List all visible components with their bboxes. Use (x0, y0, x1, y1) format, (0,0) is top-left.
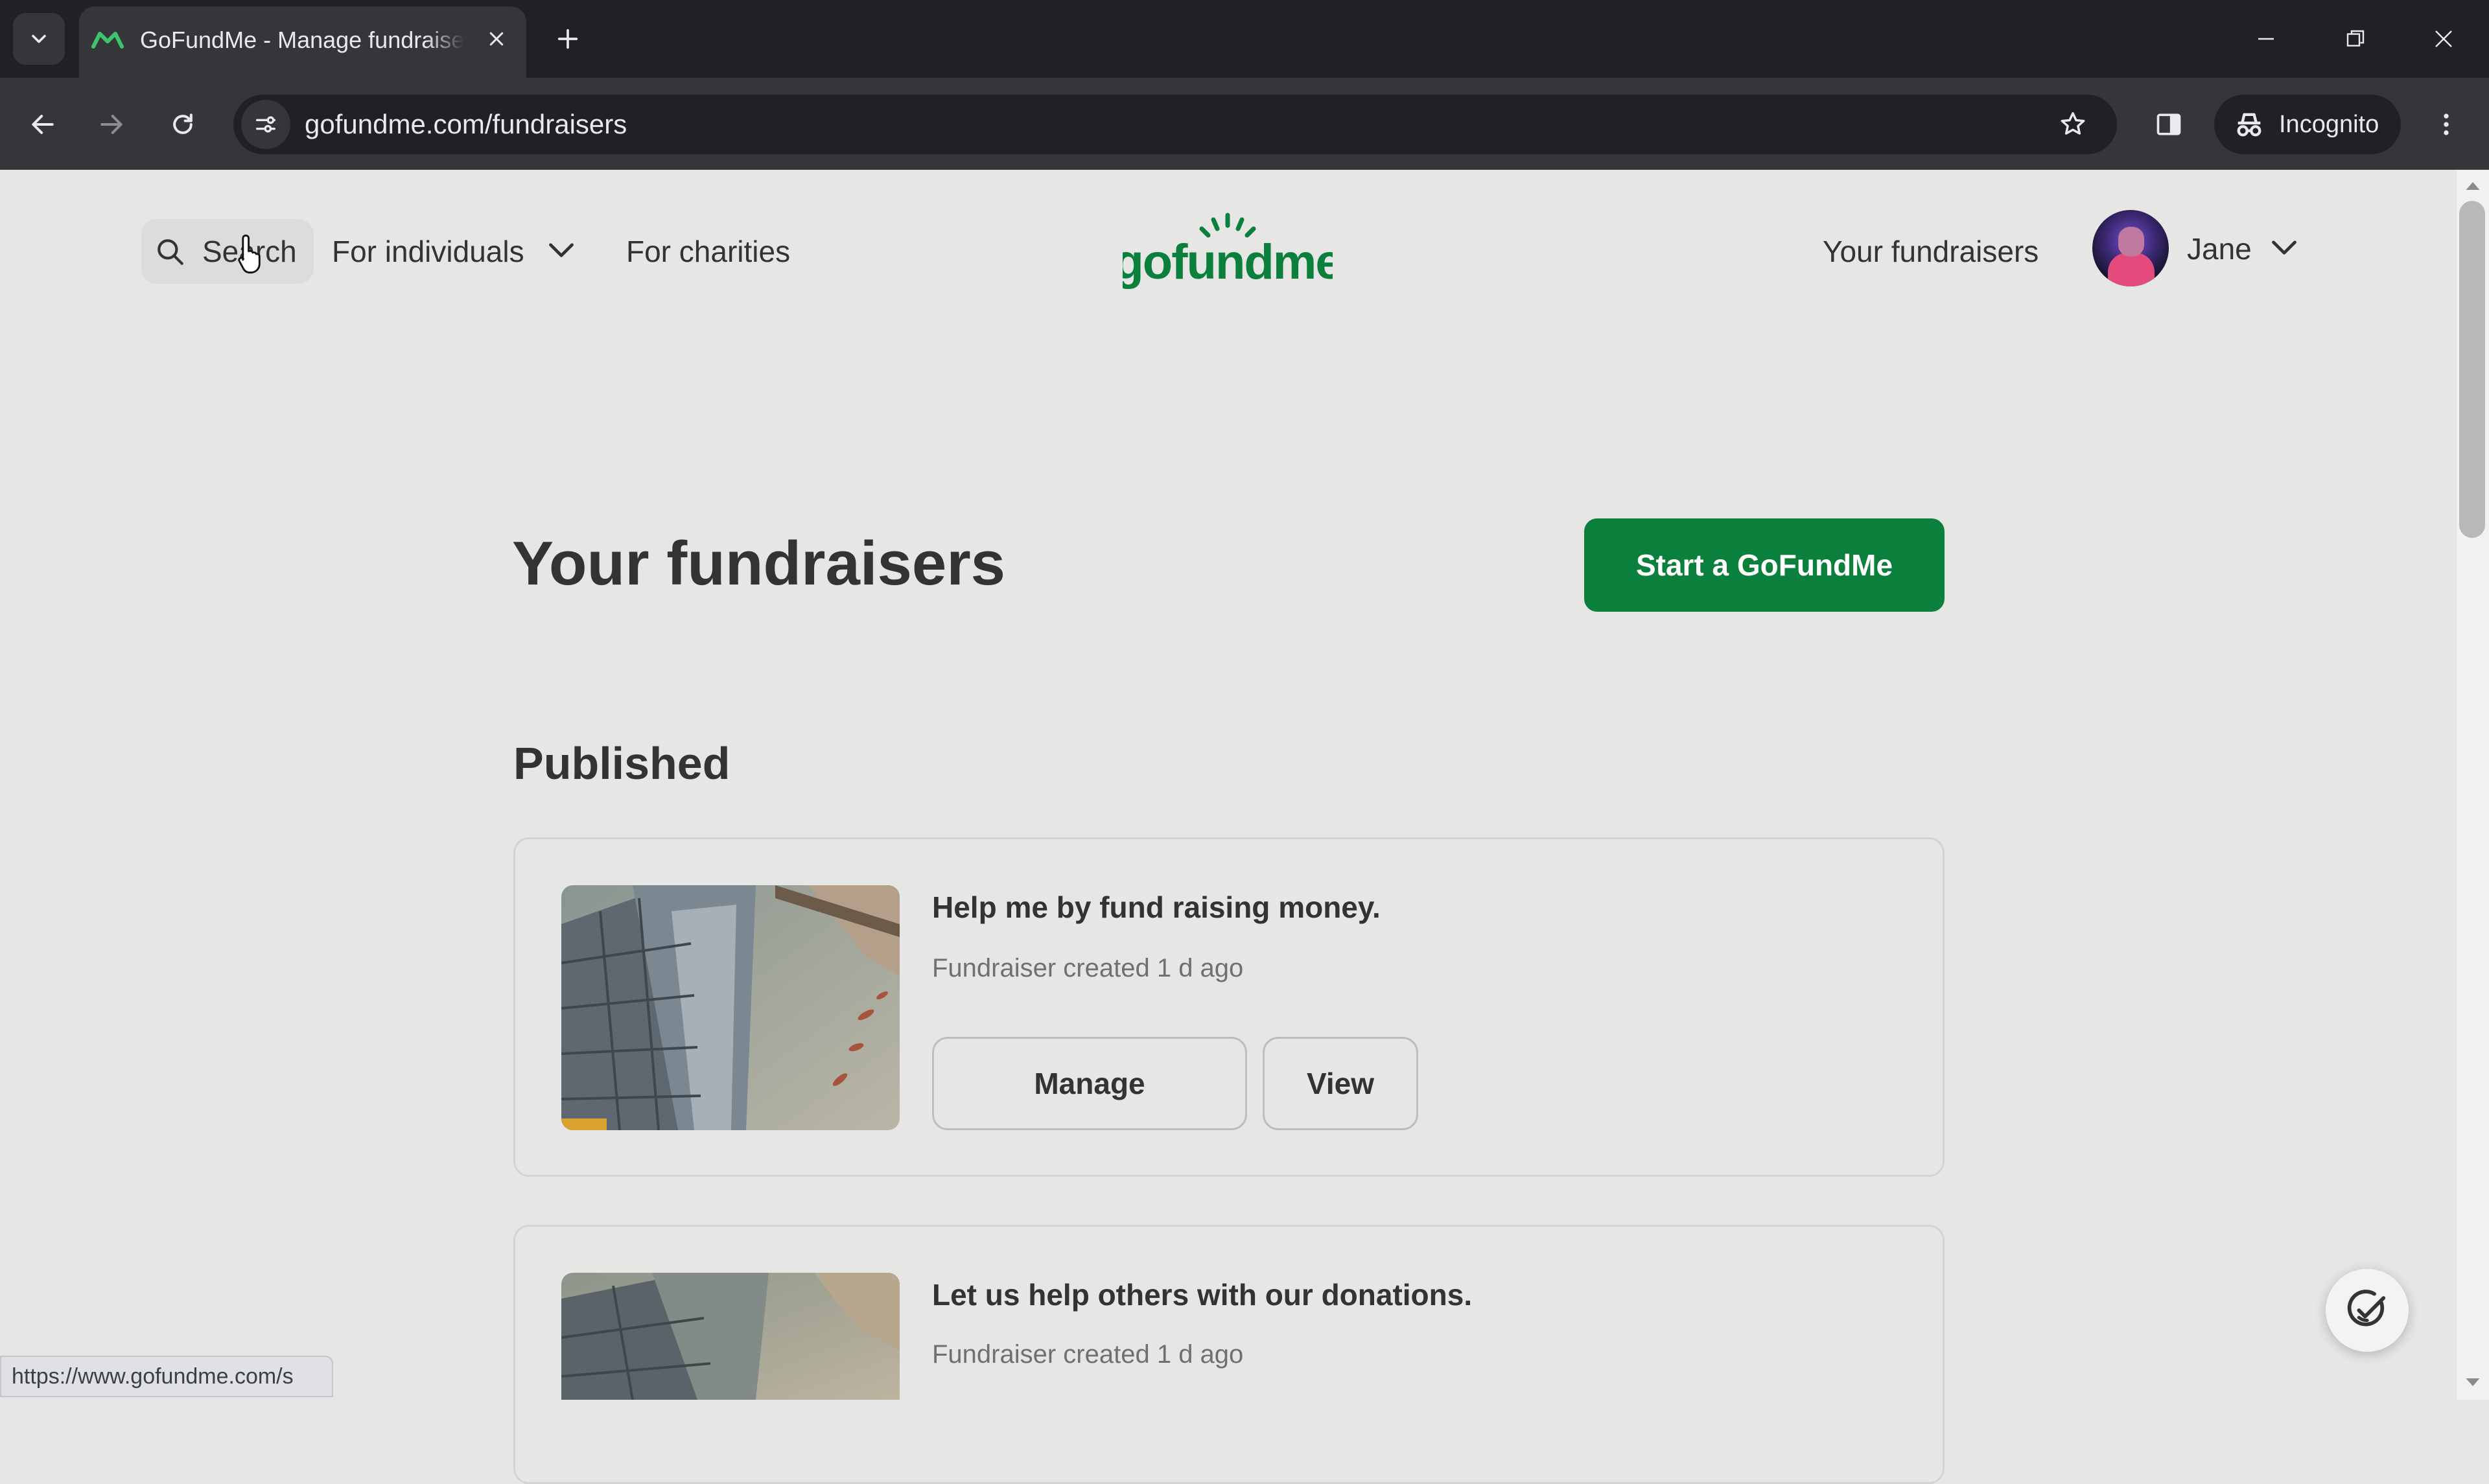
fundraiser-created-meta: Fundraiser created 1 d ago (932, 1340, 1244, 1369)
reload-icon (173, 113, 193, 134)
bookmark-button[interactable] (2046, 97, 2100, 152)
avatar-face-shape (2118, 227, 2144, 257)
help-button[interactable] (2326, 1269, 2409, 1352)
status-url-preview: https://www.gofundme.com/s (0, 1356, 333, 1397)
side-panel-button[interactable] (2142, 97, 2196, 152)
tab-search-icon (32, 34, 46, 43)
start-gofundme-button[interactable]: Start a GoFundMe (1584, 518, 1945, 612)
building-image (561, 885, 900, 1130)
building-image (561, 1273, 900, 1400)
view-button[interactable]: View (1263, 1037, 1418, 1130)
close-window-button[interactable] (2418, 14, 2470, 64)
tab-title: GoFundMe - Manage fundraisers (140, 25, 464, 57)
section-title-published: Published (513, 738, 730, 789)
help-icon (2347, 1290, 2386, 1327)
fundraiser-thumbnail[interactable] (561, 885, 900, 1130)
fundraiser-thumbnail[interactable] (561, 1273, 900, 1400)
gofundme-logo[interactable]: gofundme (1123, 211, 1333, 293)
manage-button[interactable]: Manage (932, 1037, 1247, 1130)
incognito-icon (2237, 113, 2261, 137)
reload-button[interactable] (156, 97, 210, 152)
back-button[interactable] (16, 97, 70, 152)
chevron-down-icon[interactable] (2270, 238, 2298, 258)
mouse-cursor-icon (238, 234, 261, 274)
star-icon (2061, 112, 2085, 135)
site-info-button[interactable] (241, 100, 290, 149)
restore-icon (2346, 30, 2365, 47)
nav-for-individuals[interactable]: For individuals (332, 232, 524, 271)
more-vert-icon (2444, 113, 2449, 135)
fundraiser-created-meta: Fundraiser created 1 d ago (932, 954, 1244, 982)
nav-for-charities[interactable]: For charities (626, 232, 790, 271)
scroll-down-arrow-icon[interactable] (2463, 1374, 2483, 1391)
tab-search-button[interactable] (13, 13, 65, 65)
scrollbar-thumb[interactable] (2459, 201, 2485, 538)
nav-your-fundraisers[interactable]: Your fundraisers (1823, 232, 2039, 271)
close-icon (2435, 30, 2452, 47)
logo-text: gofundme (1123, 235, 1333, 290)
side-panel-icon (2156, 113, 2181, 135)
incognito-label: Incognito (2279, 111, 2379, 138)
plus-icon (557, 29, 578, 49)
chevron-down-icon[interactable] (547, 241, 576, 261)
fundraiser-title[interactable]: Help me by fund raising money. (932, 888, 1381, 927)
search-icon (158, 239, 183, 265)
page-title: Your fundraisers (512, 529, 1006, 598)
close-icon (489, 32, 504, 46)
user-name[interactable]: Jane (2187, 229, 2252, 268)
minimize-icon (2258, 38, 2274, 40)
avatar-body-shape (2108, 253, 2155, 286)
page-viewport (0, 170, 2457, 1400)
site-info-icon (256, 116, 275, 133)
new-tab-button[interactable] (548, 19, 587, 58)
forward-icon (100, 115, 123, 134)
minimize-button[interactable] (2240, 14, 2292, 64)
restore-button[interactable] (2330, 14, 2381, 64)
back-icon (32, 115, 54, 134)
scroll-up-arrow-icon[interactable] (2463, 178, 2483, 194)
tab-close-button[interactable] (480, 22, 513, 56)
gofundme-favicon (91, 32, 124, 49)
browser-menu-button[interactable] (2419, 97, 2473, 152)
fundraiser-title[interactable]: Let us help others with our donations. (932, 1275, 1472, 1314)
avatar[interactable] (2092, 210, 2169, 286)
forward-button[interactable] (84, 97, 139, 152)
address-url[interactable]: gofundme.com/fundraisers (305, 105, 627, 144)
